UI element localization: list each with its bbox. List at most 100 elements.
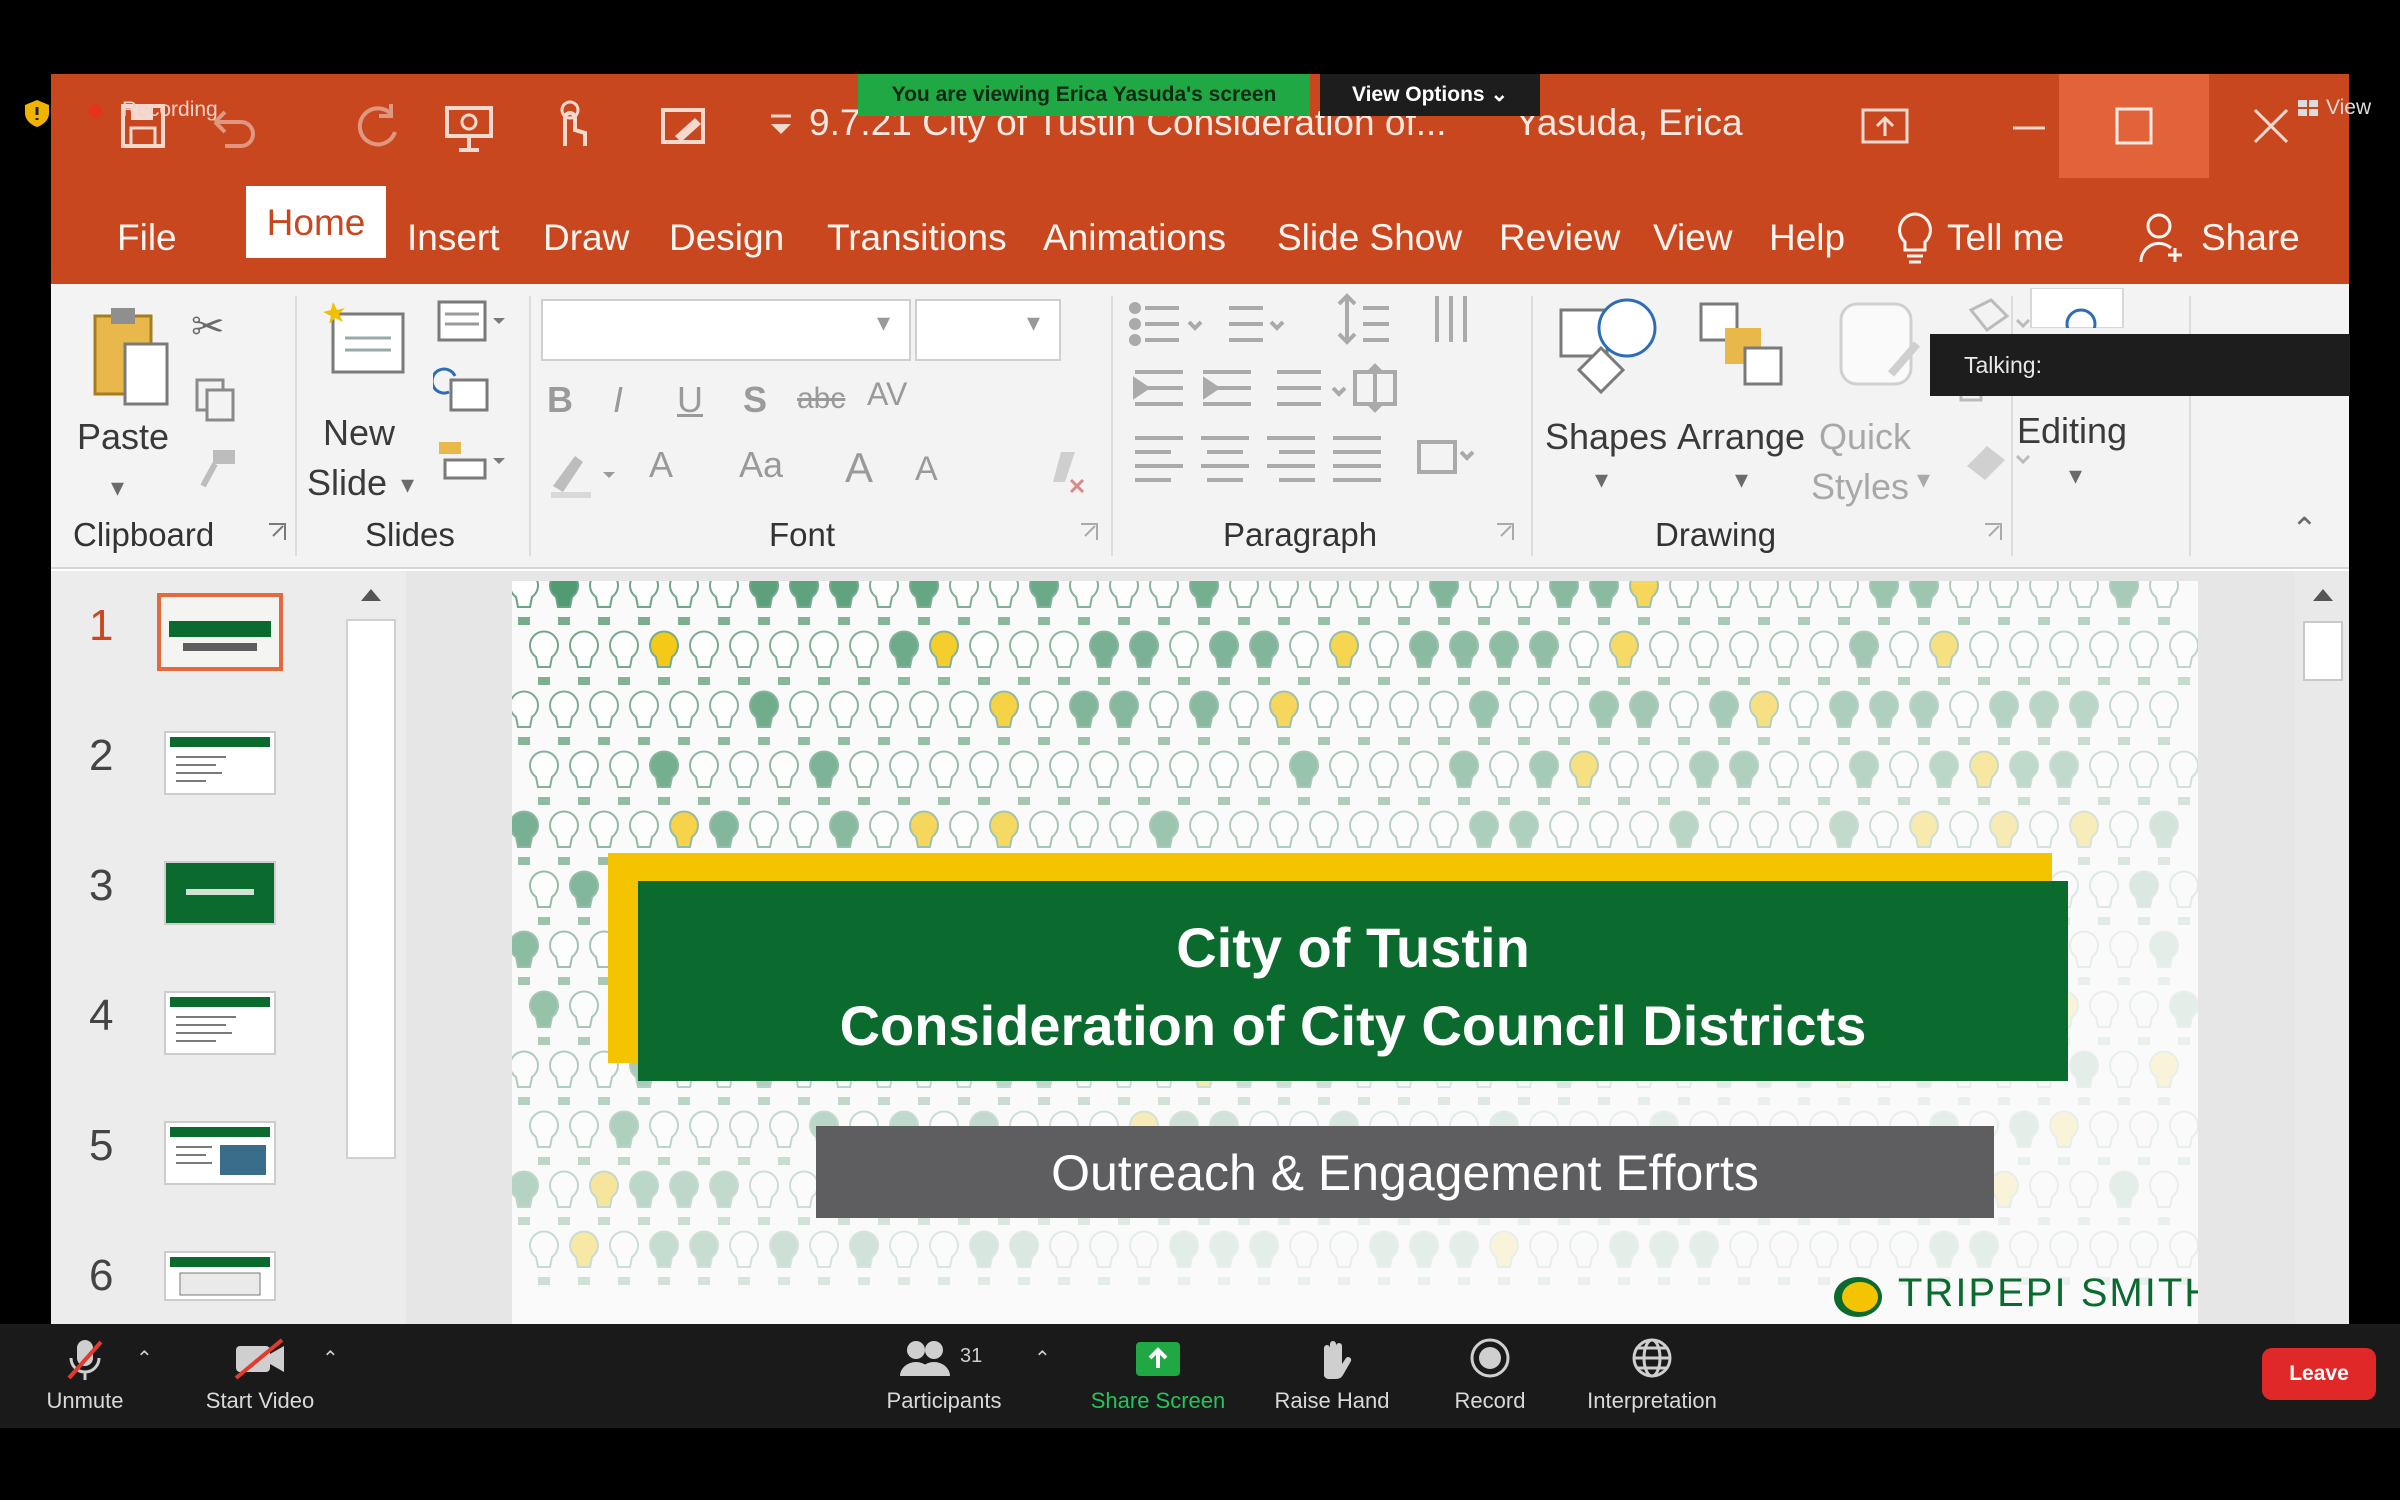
unmute-button[interactable]: Unmute (30, 1336, 140, 1414)
tab-insert[interactable]: Insert (407, 201, 500, 275)
section-icon[interactable] (433, 436, 513, 486)
strikethrough-button[interactable]: abc (797, 382, 845, 416)
clipboard-paste-icon[interactable] (81, 302, 181, 412)
from-current-slide-icon[interactable] (655, 96, 715, 156)
scroll-up-arrow-icon[interactable] (351, 579, 391, 611)
decrease-font-size-button[interactable]: A (915, 450, 938, 489)
share-screen-button[interactable]: Share Screen (1080, 1336, 1236, 1414)
layout-icon[interactable] (433, 296, 513, 346)
find-icon[interactable] (2027, 288, 2127, 328)
increase-font-size-button[interactable]: A (845, 444, 873, 492)
format-painter-icon[interactable] (193, 444, 243, 494)
tab-animations[interactable]: Animations (1043, 201, 1226, 275)
arrange-label[interactable]: Arrange (1677, 416, 1805, 458)
new-slide-dropdown-caret[interactable]: ▾ (401, 469, 414, 500)
recording-indicator-label[interactable]: Recording (122, 98, 218, 122)
scrollbar-thumb[interactable] (2303, 621, 2343, 681)
lightbulb-icon (1209, 750, 1239, 805)
slide-thumbnail-6[interactable] (164, 1251, 276, 1301)
slide-scrollbar[interactable] (2295, 571, 2349, 1324)
ribbon-display-options-icon[interactable] (1855, 96, 1915, 156)
highlighter-icon[interactable] (545, 446, 625, 502)
shapes-dropdown-caret[interactable]: ▾ (1595, 464, 1608, 495)
share-button[interactable]: Share (2201, 201, 2300, 275)
cut-icon[interactable]: ✂ (191, 304, 225, 350)
new-slide-label-line2[interactable]: Slide (307, 462, 387, 504)
shadow-button[interactable]: S (743, 379, 767, 421)
redo-icon[interactable] (347, 96, 407, 156)
editing-label[interactable]: Editing (2017, 410, 2127, 452)
slide-thumbnail-3[interactable] (164, 861, 276, 925)
clipboard-dialog-launcher-icon[interactable] (265, 520, 289, 544)
font-size-select[interactable]: ▾ (915, 299, 1061, 361)
thumbnail-scrollbar[interactable] (346, 619, 396, 1159)
view-button[interactable]: View (2326, 96, 2371, 120)
tab-view[interactable]: View (1653, 201, 1733, 275)
security-shield-icon[interactable] (22, 98, 52, 128)
user-name[interactable]: Yasuda, Erica (1515, 102, 1743, 144)
tab-help[interactable]: Help (1769, 201, 1845, 275)
shapes-label[interactable]: Shapes (1545, 416, 1667, 458)
shape-fill-outline-effects-icons[interactable] (1957, 296, 2037, 496)
title-banner[interactable]: City of Tustin Consideration of City Cou… (638, 881, 2068, 1081)
participants-button[interactable]: 31 Participants (872, 1336, 1016, 1414)
reset-slide-icon[interactable] (433, 366, 493, 416)
editing-dropdown-caret[interactable]: ▾ (2069, 460, 2082, 491)
new-slide-icon[interactable] (313, 294, 413, 394)
quick-styles-dropdown-caret[interactable]: ▾ (1917, 464, 1930, 495)
font-name-select[interactable]: ▾ (541, 299, 911, 361)
copy-icon[interactable] (191, 374, 241, 424)
minimize-icon[interactable] (1999, 96, 2059, 156)
character-spacing-button[interactable]: AV (867, 376, 907, 413)
new-slide-label-line1[interactable]: New (323, 412, 395, 454)
interpretation-button[interactable]: Interpretation (1572, 1336, 1732, 1414)
subtitle-banner[interactable]: Outreach & Engagement Efforts (816, 1126, 1994, 1218)
slide-thumbnail-4[interactable] (164, 991, 276, 1055)
underline-button[interactable]: U (677, 379, 703, 421)
present-from-beginning-icon[interactable] (439, 96, 499, 156)
change-case-button[interactable]: Aa (739, 444, 783, 486)
collapse-ribbon-icon[interactable]: ⌃ (2291, 510, 2318, 548)
record-button[interactable]: Record (1440, 1336, 1540, 1414)
close-icon[interactable] (2241, 96, 2301, 156)
font-dialog-launcher-icon[interactable] (1077, 520, 1101, 544)
scroll-up-arrow-icon[interactable] (2303, 579, 2343, 611)
shapes-icon[interactable] (1551, 290, 1661, 394)
maximize-button[interactable] (2059, 74, 2209, 178)
paragraph-dialog-launcher-icon[interactable] (1493, 520, 1517, 544)
participants-options-caret[interactable]: ⌃ (1034, 1346, 1051, 1371)
tab-home[interactable]: Home (246, 186, 386, 258)
tab-transitions[interactable]: Transitions (827, 201, 1007, 275)
start-video-button[interactable]: Start Video (190, 1336, 330, 1414)
slide-thumbnail-5[interactable] (164, 1121, 276, 1185)
italic-button[interactable]: I (613, 379, 623, 421)
tab-draw[interactable]: Draw (543, 201, 629, 275)
slide-thumbnail-1[interactable] (157, 593, 283, 671)
tab-slide-show[interactable]: Slide Show (1277, 201, 1462, 275)
video-options-caret[interactable]: ⌃ (322, 1346, 339, 1371)
arrange-icon[interactable] (1691, 294, 1791, 394)
tell-me-search[interactable]: Tell me (1947, 201, 2064, 275)
tab-review[interactable]: Review (1499, 201, 1620, 275)
tab-file[interactable]: File (117, 201, 177, 275)
audio-options-caret[interactable]: ⌃ (136, 1346, 153, 1371)
slide-canvas[interactable]: City of Tustin Consideration of City Cou… (512, 581, 2198, 1324)
leave-meeting-button[interactable]: Leave (2262, 1348, 2376, 1400)
quick-styles-label-line2[interactable]: Styles (1811, 466, 1909, 508)
tab-design[interactable]: Design (669, 201, 784, 275)
quick-styles-icon[interactable] (1831, 294, 1931, 394)
quick-styles-label-line1[interactable]: Quick (1819, 416, 1911, 458)
bold-button[interactable]: B (547, 379, 573, 421)
arrange-dropdown-caret[interactable]: ▾ (1735, 464, 1748, 495)
raise-hand-button[interactable]: Raise Hand (1262, 1336, 1402, 1414)
view-options-button[interactable]: View Options ⌄ (1320, 74, 1540, 116)
font-color-button[interactable]: A (649, 444, 673, 486)
drawing-dialog-launcher-icon[interactable] (1981, 520, 2005, 544)
customize-quick-access-icon[interactable] (761, 96, 801, 156)
paste-dropdown-caret[interactable]: ▾ (111, 472, 124, 503)
paste-label[interactable]: Paste (77, 416, 169, 458)
gallery-view-icon[interactable] (2296, 98, 2320, 118)
clear-formatting-icon[interactable] (1041, 444, 1091, 500)
touch-mode-icon[interactable] (541, 96, 601, 156)
slide-thumbnail-2[interactable] (164, 731, 276, 795)
